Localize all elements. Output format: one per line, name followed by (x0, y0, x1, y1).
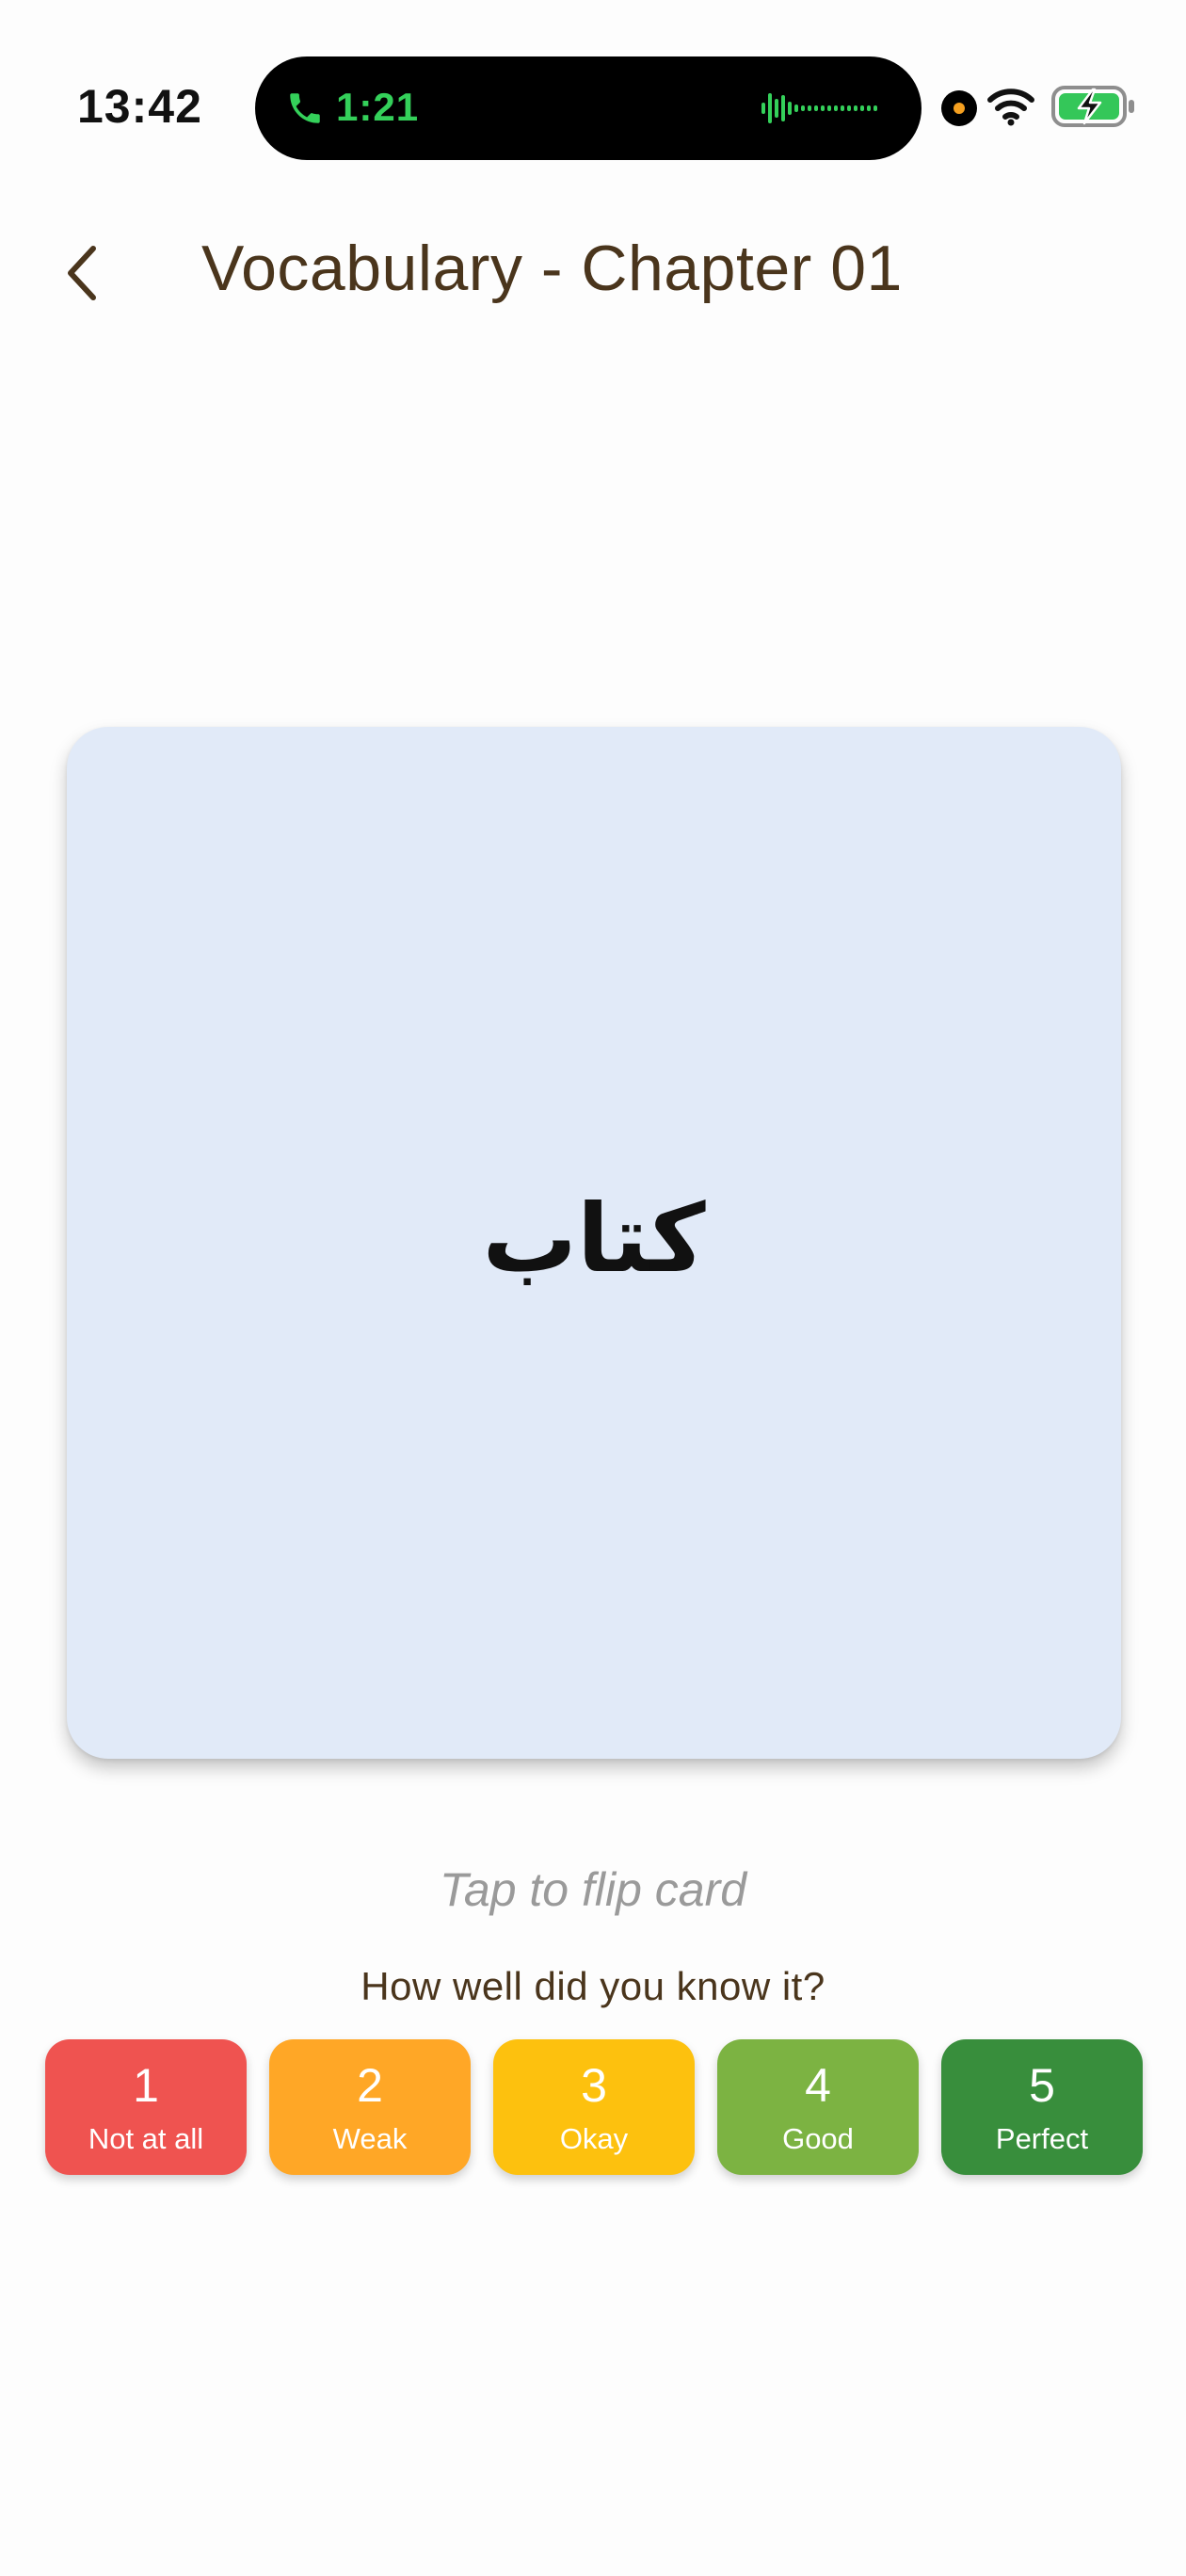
status-time: 13:42 (77, 80, 202, 133)
rating-label: Weak (332, 2122, 408, 2155)
back-button[interactable] (49, 235, 115, 311)
flashcard[interactable]: كتاب (67, 727, 1121, 1759)
battery-charging-icon (1051, 86, 1134, 127)
rating-number: 5 (1029, 2059, 1055, 2112)
audio-waveform-icon (761, 93, 877, 123)
chevron-left-icon (68, 246, 96, 300)
rating-label: Perfect (995, 2122, 1089, 2155)
rating-button-5[interactable]: 5 Perfect (941, 2039, 1143, 2175)
rating-label: Okay (559, 2122, 629, 2155)
card-word: كتاب (482, 1183, 706, 1294)
rating-buttons: 1 Not at all 2 Weak 3 Okay 4 Good 5 Perf… (45, 2039, 1143, 2175)
rating-button-4[interactable]: 4 Good (717, 2039, 919, 2175)
rating-number: 2 (357, 2059, 383, 2112)
rating-number: 4 (805, 2059, 831, 2112)
rating-button-1[interactable]: 1 Not at all (45, 2039, 247, 2175)
flip-hint: Tap to flip card (439, 1863, 747, 1916)
page-title: Vocabulary - Chapter 01 (201, 233, 903, 304)
rating-button-2[interactable]: 2 Weak (269, 2039, 471, 2175)
rating-label: Not at all (88, 2122, 204, 2155)
rating-button-3[interactable]: 3 Okay (493, 2039, 695, 2175)
phone-icon (290, 93, 320, 123)
rating-label: Good (782, 2122, 854, 2155)
rating-number: 1 (133, 2059, 159, 2112)
dynamic-island-call[interactable]: 1:21 (255, 56, 922, 160)
call-timer: 1:21 (336, 85, 420, 129)
flashcard-screen: 13:42 1:21 Vocabulary - Chapter 01 كتاب … (0, 0, 1186, 2576)
rating-number: 3 (581, 2059, 607, 2112)
rating-question: How well did you know it? (361, 1964, 825, 2008)
recording-indicator-icon (941, 90, 977, 126)
wifi-icon (987, 89, 1034, 126)
